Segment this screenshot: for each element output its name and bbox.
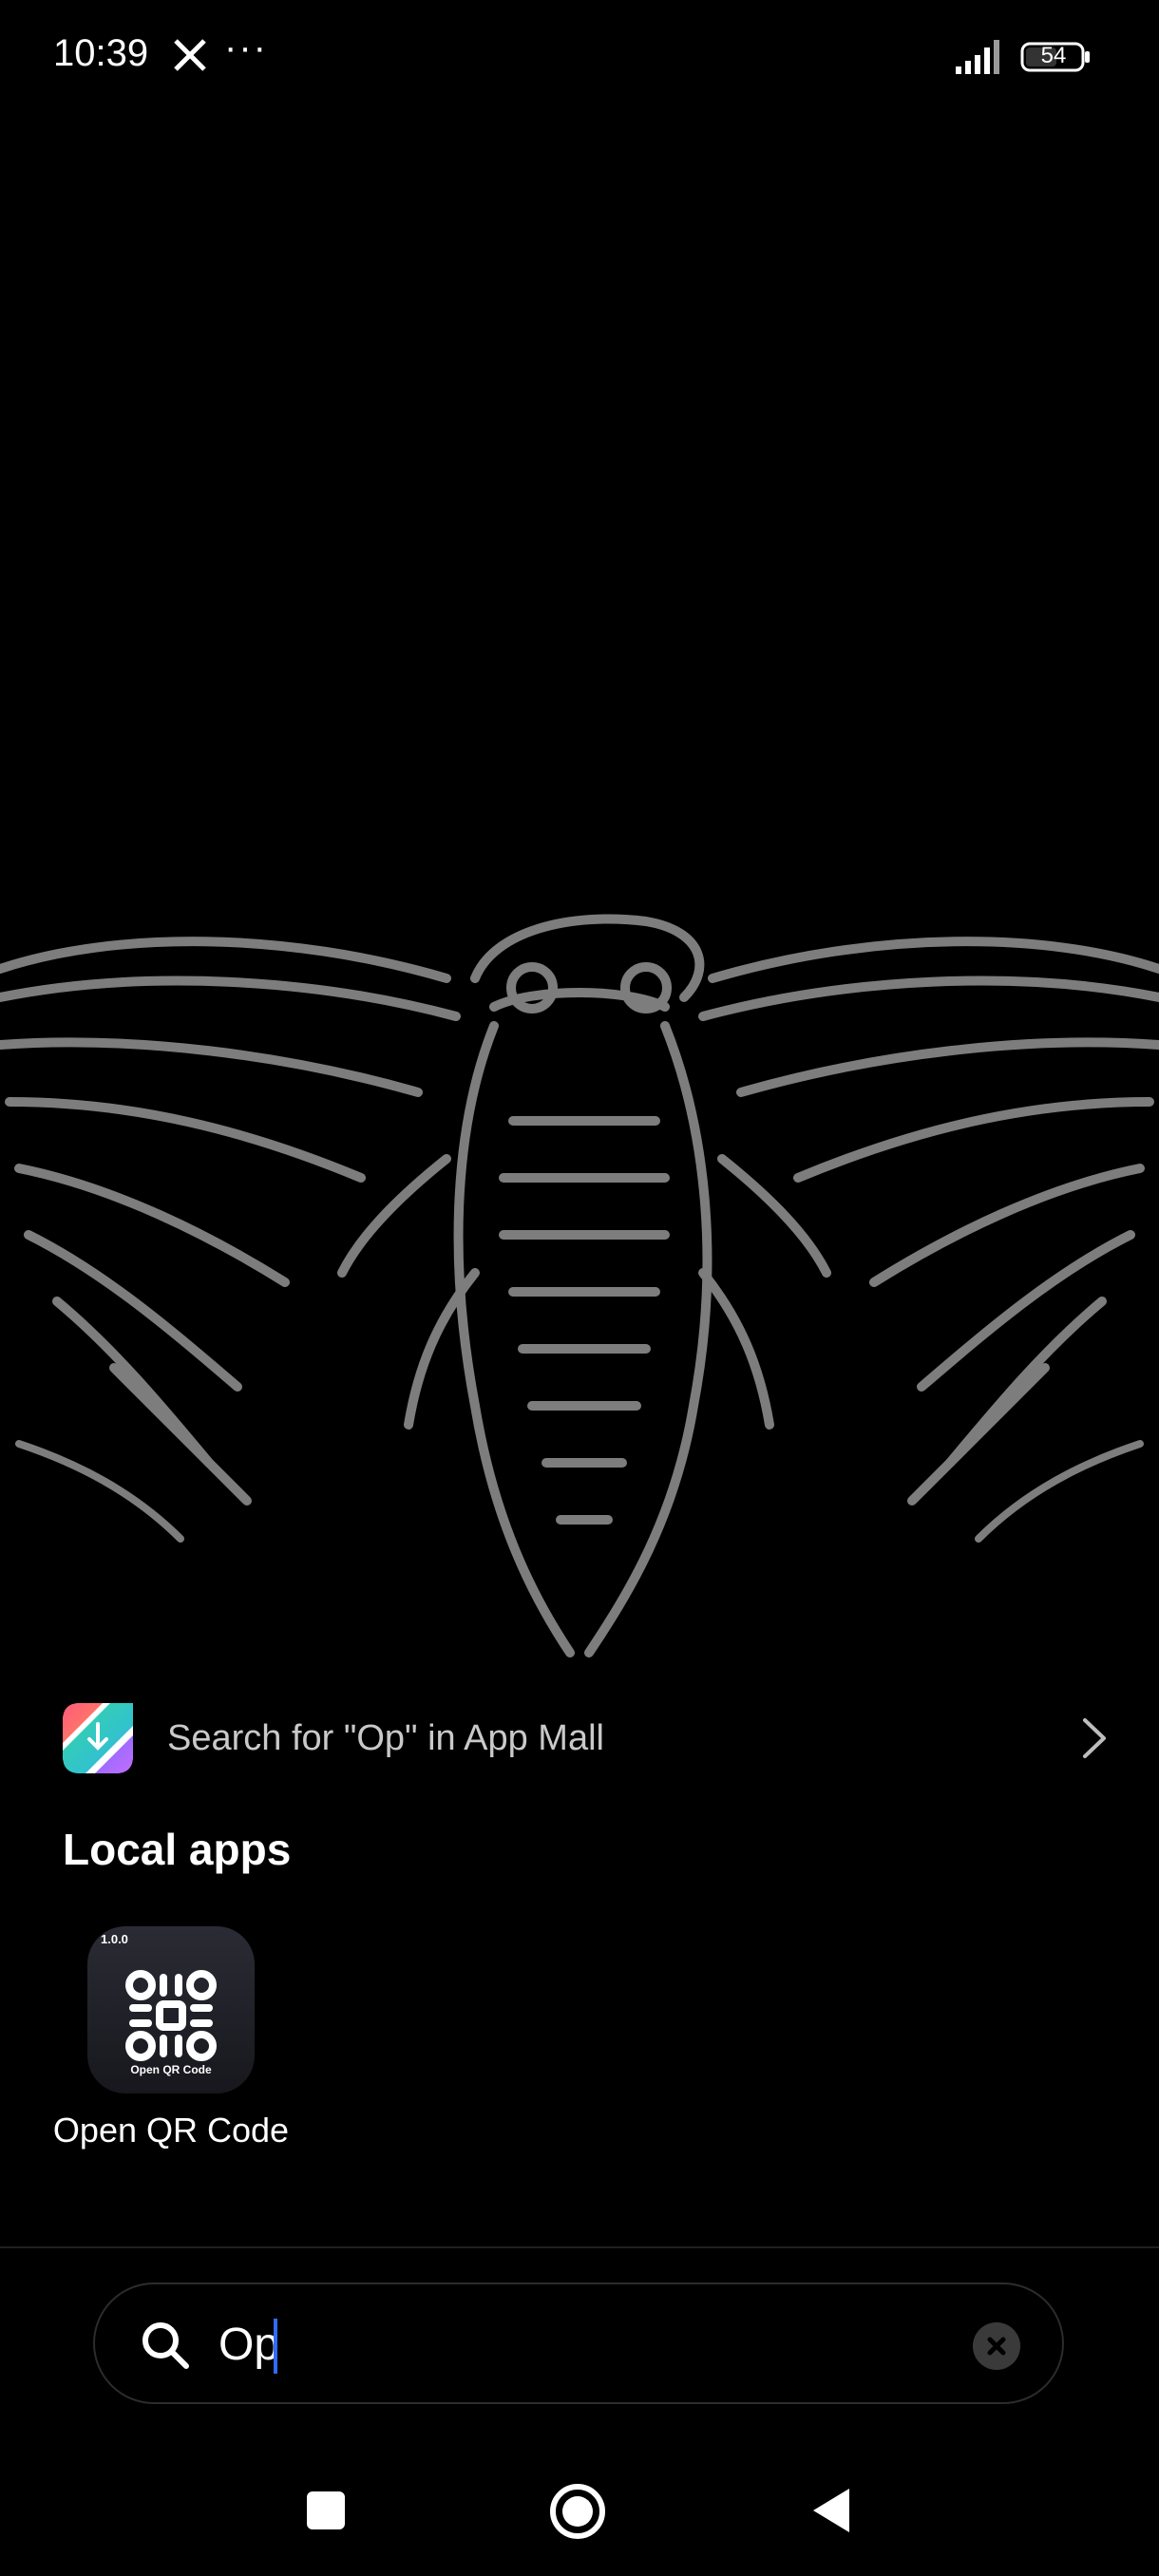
- app-mall-suggestion-text: Search for "Op" in App Mall: [167, 1717, 604, 1758]
- wallpaper-cicada-image: [0, 914, 1159, 1657]
- battery-level: 54: [1040, 43, 1067, 68]
- more-icon: ···: [224, 27, 268, 68]
- back-triangle-icon[interactable]: [809, 2485, 853, 2536]
- app-icon-version-text: 1.0.0: [101, 1932, 128, 1946]
- local-apps-heading: Local apps: [63, 1825, 292, 1874]
- search-icon: [142, 2322, 189, 2369]
- qr-code-icon: [125, 1970, 217, 2061]
- app-tile-open-qr-code[interactable]: 1.0.0 Open QR Code Open QR Code: [48, 1924, 294, 2158]
- clear-icon[interactable]: [973, 2322, 1020, 2370]
- qr-code-app-icon: 1.0.0 Open QR Code: [87, 1926, 255, 2093]
- signal-icon: [956, 40, 999, 74]
- status-time: 10:39: [53, 32, 149, 74]
- chevron-right-icon: [1083, 1718, 1106, 1758]
- app-name-label: Open QR Code: [52, 2111, 290, 2150]
- app-icon-caption: Open QR Code: [130, 2063, 212, 2076]
- divider: [0, 2246, 1159, 2248]
- navigation-bar: [0, 2432, 1159, 2576]
- x-icon: [174, 39, 206, 71]
- home-circle-icon[interactable]: [547, 2481, 608, 2542]
- app-mall-icon: [63, 1703, 133, 1773]
- search-bar[interactable]: [93, 2282, 1064, 2404]
- search-input[interactable]: [218, 2307, 902, 2381]
- app-mall-search-suggestion[interactable]: Search for "Op" in App Mall: [38, 1691, 1121, 1786]
- recents-square-icon[interactable]: [304, 2489, 348, 2532]
- text-caret: [274, 2319, 277, 2374]
- status-bar: 10:39 ··· 54: [0, 0, 1159, 114]
